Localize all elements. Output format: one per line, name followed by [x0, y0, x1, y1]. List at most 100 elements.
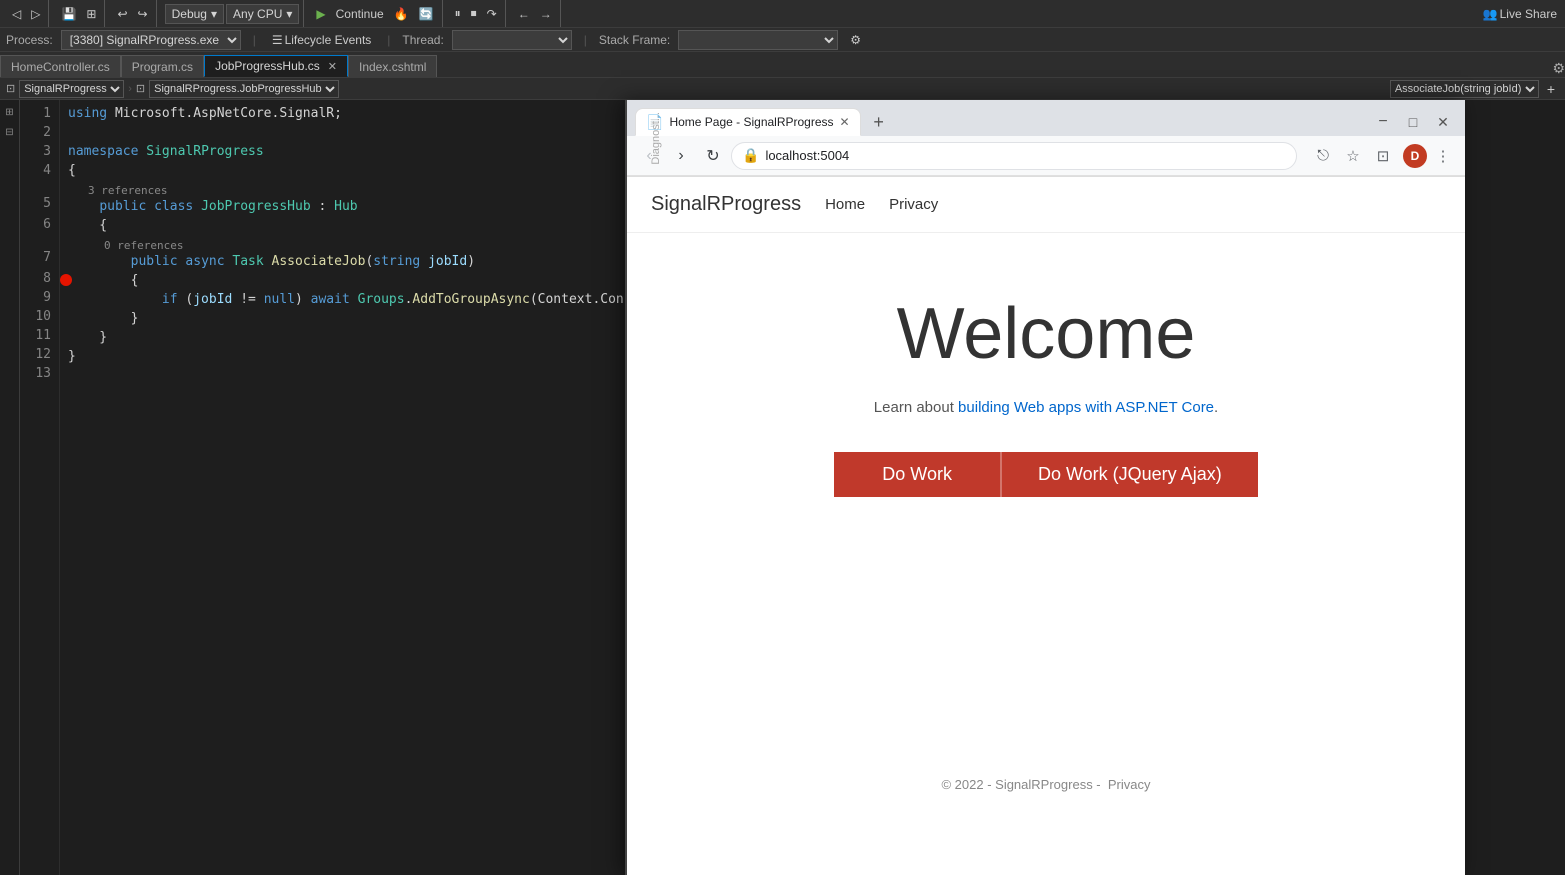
left-gutter: ⊞ ⊟: [0, 100, 20, 875]
redo-btn[interactable]: ↪: [134, 5, 152, 23]
footer-privacy-link[interactable]: Privacy: [1108, 777, 1151, 792]
step-over-btn[interactable]: ↷: [483, 5, 501, 23]
learn-more-link[interactable]: building Web apps with ASP.NET Core: [958, 399, 1214, 416]
continue-btn[interactable]: Continue: [332, 5, 388, 23]
site-navbar: SignalRProgress Home Privacy: [627, 177, 1465, 233]
browser-tab[interactable]: 📄 Home Page - SignalRProgress ✕: [635, 108, 861, 136]
tab-program[interactable]: Program.cs: [121, 55, 204, 77]
back-btn[interactable]: ◁: [8, 5, 25, 23]
toolbar-debug-group: Debug ▾ Any CPU ▾: [161, 0, 305, 27]
gutter-icon-1[interactable]: ⊞: [2, 104, 18, 120]
ref-count-3: 3 references: [68, 181, 645, 197]
gutter-icon-2[interactable]: ⊟: [2, 124, 18, 140]
stop-btn[interactable]: ⏹: [467, 4, 481, 23]
diag-label[interactable]: Diagnost...: [648, 104, 664, 173]
pause-btn[interactable]: ⏸: [451, 4, 465, 23]
line-num-13: 13: [20, 364, 51, 383]
browser-forward-btn[interactable]: ›: [667, 142, 695, 170]
do-work-button[interactable]: Do Work: [834, 452, 1000, 497]
live-share-icon: 👥: [1483, 7, 1498, 21]
line-num-11: 11: [20, 326, 51, 345]
site-subtitle: Learn about building Web apps with ASP.N…: [874, 399, 1218, 416]
line-num-6: 6: [20, 215, 51, 234]
thread-select[interactable]: [452, 30, 572, 50]
add-tab-btn[interactable]: +: [1543, 79, 1559, 99]
browser-content: SignalRProgress Home Privacy Welcome Lea…: [627, 177, 1465, 875]
lock-icon: 🔒: [742, 147, 759, 164]
browser-chrome: 📄 Home Page - SignalRProgress ✕ + − □ ✕ …: [627, 100, 1465, 177]
browser-new-tab-btn[interactable]: +: [865, 108, 893, 136]
process-bar: Process: [3380] SignalRProgress.exe | ☰ …: [0, 28, 1565, 52]
code-header-right: AssociateJob(string jobId) +: [1390, 79, 1559, 99]
restart-btn[interactable]: 🔄: [415, 5, 438, 23]
share-btn[interactable]: ⎋: [1309, 142, 1337, 170]
code-line-7: public async Task AssociateJob(string jo…: [68, 252, 645, 271]
class-dropdown[interactable]: SignalRProgress.JobProgressHub: [149, 80, 339, 98]
process-select[interactable]: [3380] SignalRProgress.exe: [61, 30, 241, 50]
forward-btn[interactable]: ▷: [27, 5, 44, 23]
line-num-7-ref: 7: [20, 234, 51, 269]
debug-config-label: Debug: [172, 7, 207, 21]
address-url: localhost:5004: [765, 148, 849, 163]
code-icon: ⊡: [6, 82, 15, 95]
undo-btn[interactable]: ↩: [113, 5, 131, 23]
start-btn[interactable]: ▶: [312, 5, 329, 23]
line-num-10: 10: [20, 307, 51, 326]
code-line-2: [68, 123, 645, 142]
line-num-9: 9: [20, 288, 51, 307]
main-area: ⊞ ⊟ 1 2 3 4 5 6 7 8 9 10 11 12 13 using …: [0, 100, 1565, 875]
code-line-9: if (jobId != null) await Groups.AddToGro…: [68, 290, 645, 309]
more-btn[interactable]: ⋮: [1429, 142, 1457, 170]
nav-forward-btn[interactable]: →: [536, 5, 556, 23]
live-share-label: Live Share: [1500, 7, 1557, 21]
browser-reload-btn[interactable]: ↻: [699, 142, 727, 170]
live-share-btn[interactable]: 👥 Live Share: [1479, 5, 1561, 23]
tab-settings-icon[interactable]: ⚙: [1552, 60, 1565, 77]
tab-job-hub-close[interactable]: ✕: [328, 60, 337, 73]
line-num-5-ref: 5: [20, 180, 51, 215]
cpu-arrow: ▾: [286, 7, 292, 21]
do-work-jquery-button[interactable]: Do Work (JQuery Ajax): [1000, 452, 1258, 497]
address-bar[interactable]: 🔒 localhost:5004: [731, 142, 1297, 170]
code-editor: 1 2 3 4 5 6 7 8 9 10 11 12 13 using Micr…: [20, 100, 645, 875]
split-btn[interactable]: ⊡: [1369, 142, 1397, 170]
lifecycle-events-btn[interactable]: ☰ Lifecycle Events: [268, 31, 375, 49]
line-numbers: 1 2 3 4 5 6 7 8 9 10 11 12 13: [20, 100, 60, 875]
window-maximize-btn[interactable]: □: [1399, 108, 1427, 136]
cpu-dropdown[interactable]: Any CPU ▾: [226, 4, 299, 24]
browser-actions: ⎋ ☆ ⊡ D ⋮: [1309, 142, 1457, 170]
line-num-2: 2: [20, 123, 51, 142]
tab-home-controller[interactable]: HomeController.cs: [0, 55, 121, 77]
tab-job-progress-hub[interactable]: JobProgressHub.cs ✕: [204, 55, 348, 77]
lifecycle-icon: ☰: [272, 33, 283, 47]
nav-privacy-link[interactable]: Privacy: [889, 196, 938, 213]
code-line-10: }: [68, 309, 645, 328]
tab-index-label: Index.cshtml: [359, 60, 426, 74]
debug-config-arrow: ▾: [211, 7, 217, 21]
tab-job-hub-label: JobProgressHub.cs: [215, 59, 320, 73]
window-close-btn[interactable]: ✕: [1429, 108, 1457, 136]
stack-frame-settings[interactable]: ⚙: [846, 31, 865, 49]
hot-reload-btn[interactable]: 🔥: [390, 5, 413, 23]
nav-back-btn[interactable]: ←: [514, 5, 534, 23]
method-dropdown[interactable]: AssociateJob(string jobId): [1390, 80, 1539, 98]
save-btn[interactable]: 💾: [57, 5, 80, 23]
thread-label: Thread:: [402, 33, 443, 47]
code-line-13: [68, 366, 645, 385]
code-line-4: {: [68, 161, 645, 180]
code-line-3: namespace SignalRProgress: [68, 142, 645, 161]
profile-avatar[interactable]: D: [1403, 144, 1427, 168]
namespace-dropdown[interactable]: SignalRProgress: [19, 80, 124, 98]
code-line-5: public class JobProgressHub : Hub: [68, 197, 645, 216]
tab-index-cshtml[interactable]: Index.cshtml: [348, 55, 437, 77]
stack-frame-select[interactable]: [678, 30, 838, 50]
file-tabs: HomeController.cs Program.cs JobProgress…: [0, 52, 1565, 78]
line-num-1: 1: [20, 104, 51, 123]
debug-config-dropdown[interactable]: Debug ▾: [165, 4, 224, 24]
window-minimize-btn[interactable]: −: [1369, 108, 1397, 136]
nav-home-link[interactable]: Home: [825, 196, 865, 213]
bookmark-btn[interactable]: ☆: [1339, 142, 1367, 170]
browser-tab-close[interactable]: ✕: [840, 115, 850, 129]
save-all-btn[interactable]: ⊞: [82, 5, 100, 23]
process-label: Process:: [6, 33, 53, 47]
